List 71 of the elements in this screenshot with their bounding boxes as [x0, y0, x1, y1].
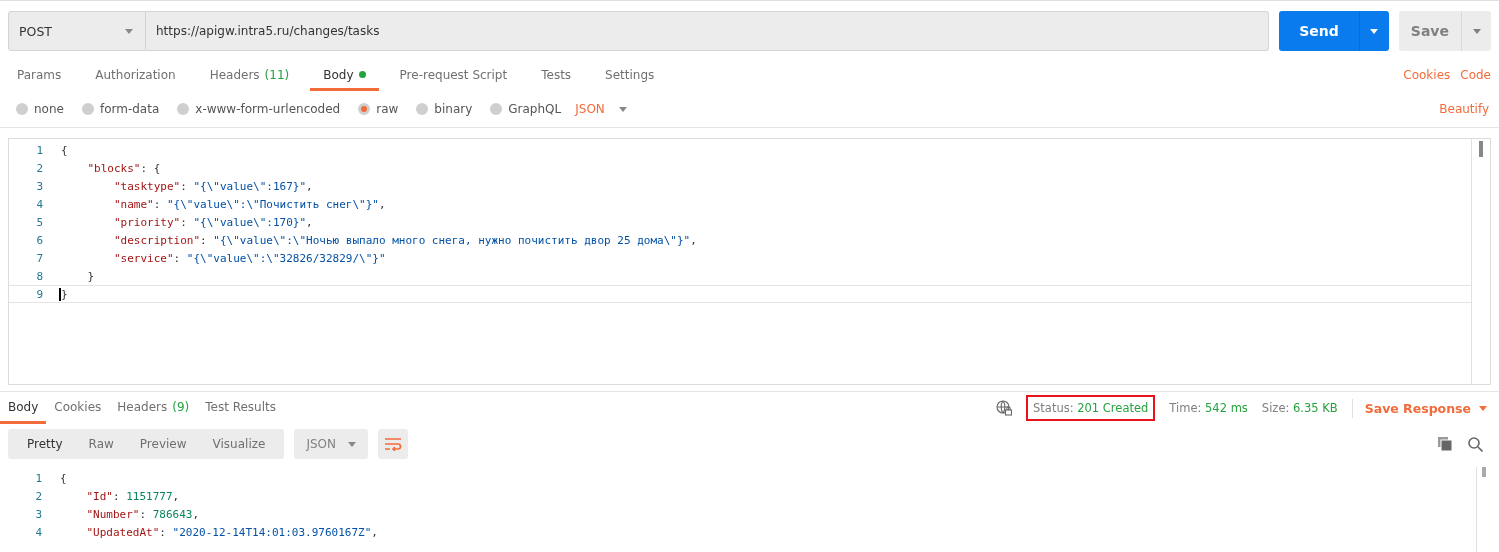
code-line: "Number": 786643, — [85, 507, 200, 521]
response-time: Time: 542 ms — [1169, 401, 1248, 415]
request-tab[interactable]: Authorization — [82, 61, 189, 91]
code-line: "tasktype": "{\"value\":167}", — [112, 179, 313, 193]
code-line: { — [61, 143, 68, 157]
body-type-radio[interactable]: form-data — [81, 102, 160, 116]
request-tab[interactable]: Pre-request Script — [386, 61, 521, 91]
body-type-radio[interactable]: binary — [416, 102, 473, 116]
view-mode-tab[interactable]: Raw — [75, 429, 127, 459]
request-tab[interactable]: Tests — [528, 61, 585, 91]
body-type-radio[interactable]: raw — [358, 102, 399, 116]
url-field[interactable]: https://apigw.intra5.ru/changes/tasks — [146, 11, 1270, 51]
view-mode-tab[interactable]: Pretty — [14, 429, 76, 459]
code-line: } — [59, 287, 68, 301]
caret-icon — [348, 441, 357, 447]
beautify-link[interactable]: Beautify — [1439, 102, 1489, 116]
response-status: Status: 201 Created — [1026, 395, 1156, 421]
response-format-dropdown[interactable]: JSON — [294, 429, 369, 459]
line-number: 4 — [35, 197, 44, 211]
line-number: 1 — [35, 143, 44, 157]
line-number: 6 — [35, 233, 44, 247]
line-number: 2 — [35, 161, 44, 175]
code-line: } — [86, 269, 95, 283]
copy-icon — [1438, 437, 1452, 451]
request-tab[interactable]: Params — [4, 61, 75, 91]
code-line: "priority": "{\"value\":170}", — [112, 215, 313, 229]
line-number: 3 — [34, 507, 43, 521]
code-line: "blocks": { — [86, 161, 161, 175]
line-number: 4 — [34, 525, 43, 539]
line-number: 7 — [35, 251, 44, 265]
view-mode-tab[interactable]: Preview — [126, 429, 200, 459]
body-type-radio[interactable]: none — [16, 102, 64, 116]
caret-icon — [1370, 28, 1379, 34]
copy-button[interactable] — [1438, 437, 1452, 451]
code-line: "service": "{\"value\":\"32826/32829/\"}" — [112, 251, 386, 265]
request-tab[interactable]: Body — [310, 61, 379, 91]
request-tab[interactable]: Settings — [592, 61, 668, 91]
caret-icon — [618, 106, 627, 112]
header-link[interactable]: Cookies — [1403, 61, 1451, 88]
response-tab[interactable]: Body — [0, 392, 47, 424]
response-tab[interactable]: Test Results — [197, 392, 284, 424]
search-button[interactable] — [1468, 436, 1483, 452]
response-tab[interactable]: Cookies — [46, 392, 110, 424]
code-line: "description": "{\"value\":\"Ночью выпало много снега, нужно почистить двор 25 дома\"}", — [112, 233, 697, 247]
search-icon — [1468, 436, 1483, 452]
body-type-radio[interactable]: GraphQL — [490, 102, 562, 116]
save-response-button[interactable]: Save Response — [1351, 398, 1487, 418]
caret-icon — [125, 28, 133, 34]
body-format-dropdown[interactable]: JSON — [575, 102, 627, 116]
body-type-radio[interactable]: x-www-form-urlencoded — [177, 102, 341, 116]
line-number: 3 — [35, 179, 44, 193]
wrap-lines-button[interactable] — [378, 429, 409, 459]
line-number: 1 — [34, 471, 43, 485]
caret-icon — [1479, 405, 1487, 411]
wrap-lines-icon — [384, 437, 403, 451]
line-number: 9 — [35, 287, 44, 301]
globe-lock-icon[interactable] — [996, 400, 1013, 416]
code-line: "Id": 1151777, — [85, 489, 180, 503]
line-number: 5 — [35, 215, 44, 229]
line-number: 2 — [34, 489, 43, 503]
response-tab[interactable]: Headers (9) — [109, 392, 198, 424]
code-line: { — [60, 471, 67, 485]
header-link[interactable]: Code — [1460, 61, 1491, 88]
response-size: Size: 6.35 KB — [1261, 401, 1338, 415]
code-line: "UpdatedAt": "2020-12-14T14:01:03.9760167Z", — [85, 525, 378, 539]
caret-icon — [1472, 28, 1481, 34]
request-tab[interactable]: Headers (11) — [196, 61, 303, 91]
view-mode-tab[interactable]: Visualize — [199, 429, 279, 459]
method-dropdown[interactable]: POST — [8, 11, 146, 51]
code-line: "name": "{\"value\":\"Почистить снег\"}", — [112, 197, 386, 211]
line-number: 8 — [35, 269, 44, 283]
